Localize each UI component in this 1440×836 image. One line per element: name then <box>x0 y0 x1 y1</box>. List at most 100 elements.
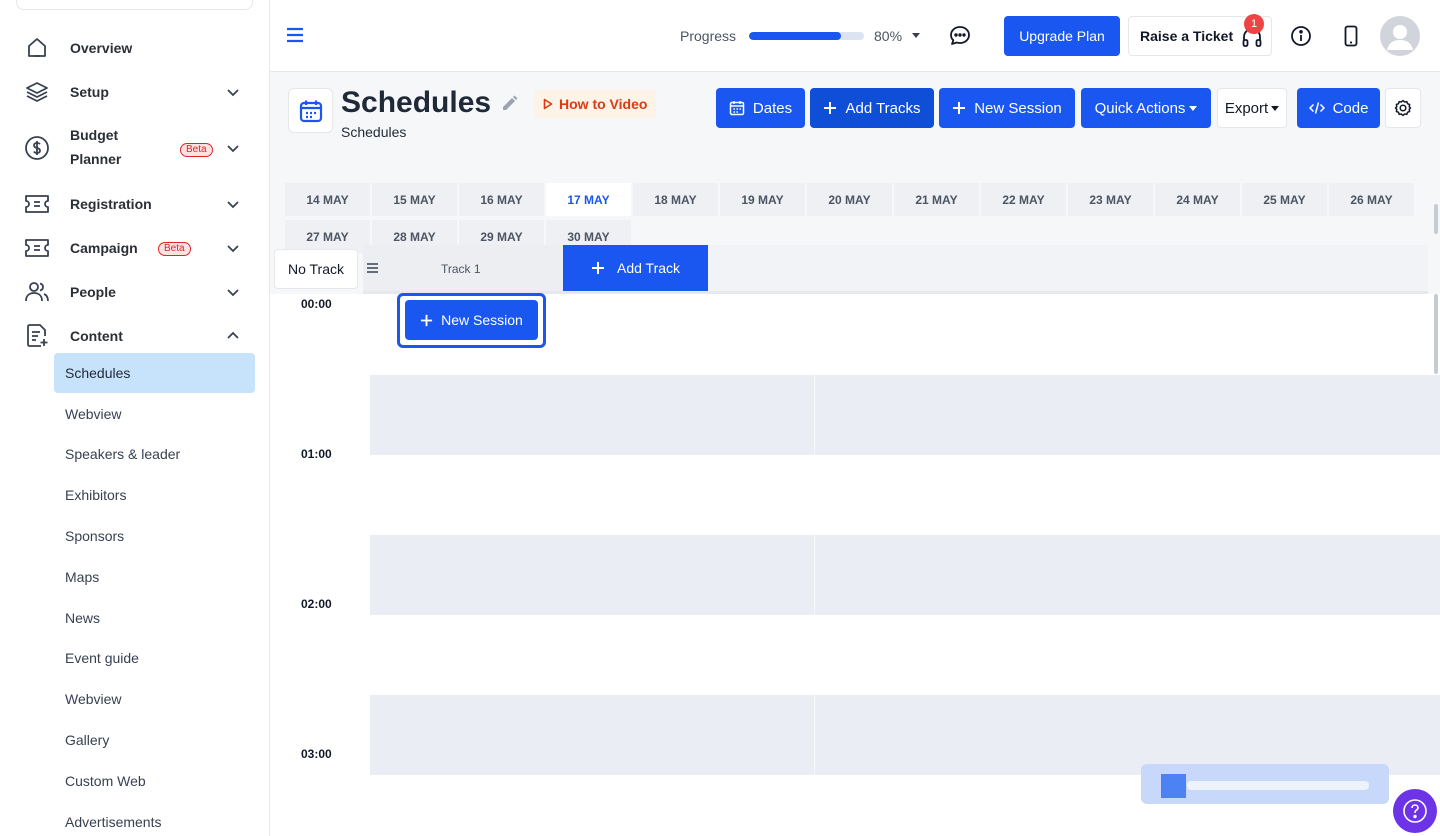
export-label: Export <box>1224 99 1269 117</box>
nav-budget-planner[interactable]: Budget Planner Beta <box>0 124 270 172</box>
top-bar: Progress 80% Upgrade Plan Raise a Ticket… <box>270 0 1440 72</box>
floating-progress-widget[interactable] <box>1141 764 1389 804</box>
nav-campaign[interactable]: Campaign Beta <box>0 236 270 260</box>
date-tab[interactable]: 26 MAY <box>1329 183 1414 216</box>
quick-actions-dropdown[interactable]: Quick Actions <box>1081 88 1211 128</box>
sub-item-schedules[interactable]: Schedules <box>54 353 255 393</box>
edit-icon[interactable] <box>501 94 519 112</box>
sub-item-webview[interactable]: Webview <box>54 394 255 434</box>
date-tab[interactable]: 14 MAY <box>285 183 370 216</box>
campaign-icon <box>24 235 50 261</box>
search-box[interactable] <box>16 0 253 10</box>
sub-item-custom-web[interactable]: Custom Web <box>54 761 255 801</box>
nav-label: Setup <box>70 84 109 100</box>
page-subtitle: Schedules <box>341 124 407 140</box>
date-tab[interactable]: 21 MAY <box>894 183 979 216</box>
date-scrollbar[interactable] <box>1434 204 1438 234</box>
calendar-icon <box>288 88 333 133</box>
nav-label-second-line: Planner <box>70 151 122 167</box>
chevron-down-icon <box>227 89 239 97</box>
nav-label: Campaign <box>70 240 138 256</box>
time-label: 02:00 <box>301 597 332 611</box>
grid-new-session-button[interactable]: New Session <box>405 300 538 340</box>
time-label: 00:00 <box>301 297 332 311</box>
info-icon[interactable] <box>1289 24 1313 48</box>
export-dropdown[interactable]: Export <box>1217 88 1287 128</box>
add-tracks-label: Add Tracks <box>845 99 921 117</box>
nav-label: Overview <box>70 40 133 56</box>
settings-button[interactable] <box>1385 88 1421 128</box>
date-tab[interactable]: 17 MAY <box>546 183 631 216</box>
sub-item-speakers[interactable]: Speakers & leader <box>54 434 255 474</box>
sub-item-maps[interactable]: Maps <box>54 557 255 597</box>
time-slot-band[interactable] <box>370 535 1440 615</box>
notification-badge: 1 <box>1244 14 1264 34</box>
plus-icon <box>824 102 837 114</box>
track-1-column[interactable]: Track 1 <box>363 245 563 291</box>
date-tab[interactable]: 23 MAY <box>1068 183 1153 216</box>
dates-label: Dates <box>752 99 793 117</box>
avatar[interactable] <box>1380 16 1420 56</box>
nav-registration[interactable]: Registration <box>0 192 270 216</box>
date-tab[interactable]: 24 MAY <box>1155 183 1240 216</box>
progress-dropdown-icon[interactable] <box>912 33 920 38</box>
beta-badge: Beta <box>180 143 213 157</box>
plus-icon <box>953 102 966 114</box>
date-tab[interactable]: 18 MAY <box>633 183 718 216</box>
sidebar: Overview Setup Budget Planner Beta Regis… <box>0 0 270 836</box>
schedule-grid: 00:00 01:00 02:00 03:00 New Session <box>270 293 1440 836</box>
time-label: 01:00 <box>301 447 332 461</box>
date-tab[interactable]: 15 MAY <box>372 183 457 216</box>
band-divider <box>814 375 815 455</box>
beta-badge: Beta <box>158 242 191 256</box>
date-tab[interactable]: 25 MAY <box>1242 183 1327 216</box>
widget-indicator <box>1161 774 1186 798</box>
sub-item-webview-2[interactable]: Webview <box>54 679 255 719</box>
sub-item-exhibitors[interactable]: Exhibitors <box>54 475 255 515</box>
sub-item-event-guide[interactable]: Event guide <box>54 638 255 678</box>
add-track-label: Add Track <box>616 260 681 276</box>
sub-item-news[interactable]: News <box>54 598 255 638</box>
time-slot-band[interactable] <box>370 375 1440 455</box>
chevron-down-icon <box>227 145 239 153</box>
upgrade-plan-button[interactable]: Upgrade Plan <box>1004 16 1120 56</box>
how-to-video-link[interactable]: How to Video <box>534 90 657 118</box>
sub-item-sponsors[interactable]: Sponsors <box>54 516 255 556</box>
nav-setup[interactable]: Setup <box>0 80 270 104</box>
date-tab[interactable]: 20 MAY <box>807 183 892 216</box>
chevron-up-icon <box>227 331 239 339</box>
new-session-button[interactable]: New Session <box>939 88 1075 128</box>
drag-handle-icon[interactable] <box>367 263 378 273</box>
chevron-down-icon <box>227 201 239 209</box>
how-to-label: How to Video <box>559 96 648 112</box>
code-button[interactable]: Code <box>1297 88 1380 128</box>
caret-down-icon <box>1189 105 1198 111</box>
people-icon <box>24 279 50 305</box>
nav-content[interactable]: Content <box>0 324 270 348</box>
grid-scrollbar[interactable] <box>1434 294 1438 374</box>
chevron-down-icon <box>227 289 239 297</box>
layers-icon <box>24 79 50 105</box>
nav-overview[interactable]: Overview <box>0 36 270 60</box>
progress-bar <box>749 32 864 40</box>
date-tab[interactable]: 16 MAY <box>459 183 544 216</box>
add-tracks-button[interactable]: Add Tracks <box>810 88 934 128</box>
time-slot-band[interactable] <box>370 695 1440 775</box>
plus-icon <box>421 314 433 326</box>
dates-button[interactable]: Dates <box>716 88 805 128</box>
no-track-tab[interactable]: No Track <box>274 249 358 289</box>
help-button[interactable] <box>1393 789 1437 833</box>
code-label: Code <box>1332 99 1369 117</box>
chat-icon[interactable] <box>948 24 972 48</box>
nav-people[interactable]: People <box>0 280 270 304</box>
menu-icon[interactable] <box>286 27 304 43</box>
nav-label: Budget <box>70 127 119 143</box>
date-tab[interactable]: 19 MAY <box>720 183 805 216</box>
dollar-icon <box>24 135 50 161</box>
date-tab[interactable]: 22 MAY <box>981 183 1066 216</box>
add-track-button[interactable]: Add Track <box>563 245 708 291</box>
sub-item-gallery[interactable]: Gallery <box>54 720 255 760</box>
mobile-icon[interactable] <box>1339 24 1363 48</box>
content-icon <box>24 323 50 349</box>
sub-item-advertisements[interactable]: Advertisements <box>54 802 255 836</box>
